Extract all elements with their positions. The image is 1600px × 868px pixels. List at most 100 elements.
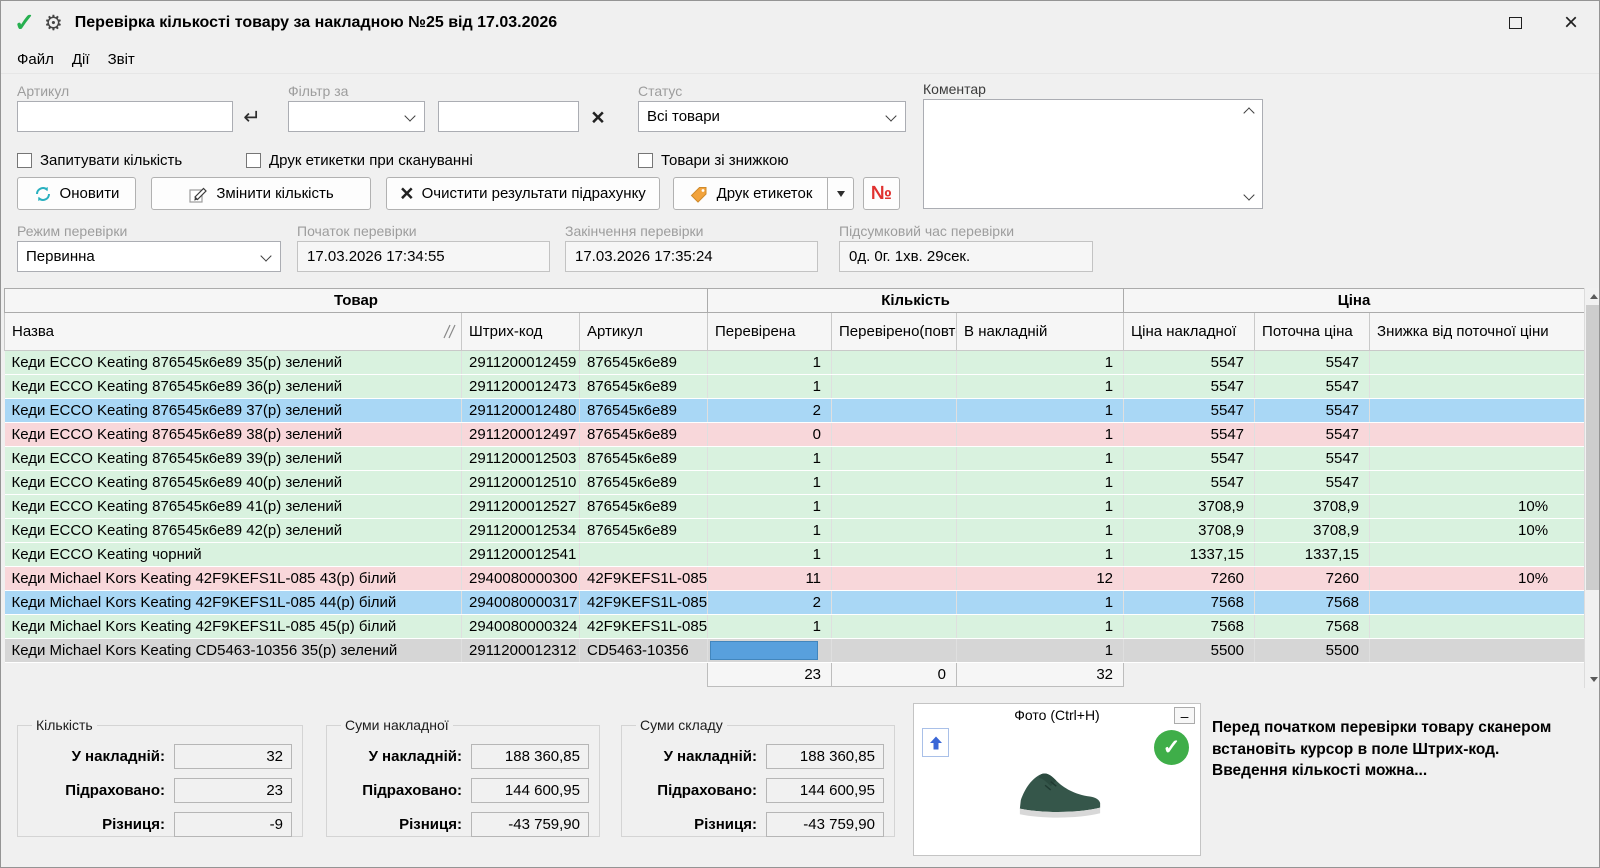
article-label: Артикул bbox=[17, 83, 69, 99]
cell-current-price: 5547 bbox=[1255, 375, 1370, 399]
column-header-checked[interactable]: Перевірена bbox=[708, 313, 832, 351]
photo-panel-title: Фото (Ctrl+H) bbox=[914, 707, 1200, 723]
group-header-price[interactable]: Ціна bbox=[1124, 289, 1585, 313]
table-row[interactable]: Кеди ECCO Keating 876545к6е89 41(р) зеле… bbox=[5, 495, 1585, 519]
print-labels-button[interactable]: Друк етикеток bbox=[673, 177, 828, 210]
checkbox-ask-quantity[interactable]: Запитувати кількість bbox=[17, 151, 182, 169]
filter-by-select[interactable] bbox=[288, 101, 425, 132]
check-mode-select[interactable]: Первинна bbox=[17, 241, 281, 272]
column-header-article[interactable]: Артикул bbox=[580, 313, 708, 351]
table-row[interactable]: Кеди ECCO Keating 876545к6е89 36(р) зеле… bbox=[5, 375, 1585, 399]
column-header-current-price[interactable]: Поточна ціна bbox=[1255, 313, 1370, 351]
column-header-name[interactable]: Назва bbox=[5, 313, 462, 351]
cell-current-price: 5547 bbox=[1255, 423, 1370, 447]
cell-current-price: 5500 bbox=[1255, 639, 1370, 663]
comment-box[interactable] bbox=[923, 99, 1263, 209]
table-vertical-scrollbar[interactable] bbox=[1584, 288, 1600, 688]
summary-label: Підраховано: bbox=[65, 782, 165, 799]
check-start-field: 17.03.2026 17:34:55 bbox=[297, 241, 550, 272]
cell-name: Кеди Michael Kors Keating CD5463-10356 3… bbox=[5, 639, 462, 663]
cell-checked: 0 bbox=[708, 423, 832, 447]
menu-file[interactable]: Файл bbox=[8, 47, 63, 72]
checkbox-box bbox=[638, 153, 653, 168]
group-header-quantity[interactable]: Кількість bbox=[708, 289, 1124, 313]
scrollbar-up-button[interactable] bbox=[1585, 288, 1600, 305]
table-row[interactable]: Кеди Michael Kors Keating 42F9KEFS1L-085… bbox=[5, 591, 1585, 615]
photo-collapse-button[interactable]: – bbox=[1174, 707, 1195, 724]
refresh-button[interactable]: Оновити bbox=[17, 177, 136, 210]
group-header-product[interactable]: Товар bbox=[5, 289, 708, 313]
table-row[interactable]: Кеди ECCO Keating 876545к6е89 38(р) зеле… bbox=[5, 423, 1585, 447]
menu-report[interactable]: Звіт bbox=[99, 47, 144, 72]
summary-value: 144 600,95 bbox=[766, 778, 884, 803]
table-row[interactable]: Кеди ECCO Keating 876545к6е89 40(р) зеле… bbox=[5, 471, 1585, 495]
numero-button[interactable]: № bbox=[863, 177, 900, 210]
check-mode-label: Режим перевірки bbox=[17, 223, 127, 239]
cell-in-invoice: 1 bbox=[957, 543, 1124, 567]
enter-article-button[interactable]: ↵ bbox=[238, 103, 266, 131]
clear-filter-button[interactable]: × bbox=[584, 103, 612, 131]
scrollbar-track[interactable] bbox=[1585, 305, 1600, 671]
table-row[interactable]: Кеди Michael Kors Keating 42F9KEFS1L-085… bbox=[5, 567, 1585, 591]
column-header-rechecked[interactable]: Перевірено(повторн bbox=[832, 313, 957, 351]
checkbox-print-label-on-scan[interactable]: Друк етикетки при скануванні bbox=[246, 151, 473, 169]
table-row[interactable]: Кеди Michael Kors Keating 42F9KEFS1L-085… bbox=[5, 615, 1585, 639]
cell-checked: 1 bbox=[708, 543, 832, 567]
cell-checked: 1 bbox=[708, 471, 832, 495]
enter-icon: ↵ bbox=[243, 105, 261, 130]
cell-barcode: 2911200012541 bbox=[462, 543, 580, 567]
cell-in-invoice: 12 bbox=[957, 567, 1124, 591]
scrollbar-down-button[interactable] bbox=[1585, 671, 1600, 688]
clear-results-button[interactable]: × Очистити результати підрахунку bbox=[386, 177, 660, 210]
cell-in-invoice: 1 bbox=[957, 351, 1124, 375]
up-arrow-icon bbox=[928, 735, 944, 751]
scrollbar-thumb[interactable] bbox=[1586, 305, 1600, 590]
table-row[interactable]: Кеди ECCO Keating чорний2911200012541111… bbox=[5, 543, 1585, 567]
status-select[interactable]: Всі товари bbox=[638, 101, 906, 132]
check-end-label: Закінчення перевірки bbox=[565, 223, 703, 239]
cell-rechecked bbox=[832, 519, 957, 543]
cell-current-price: 7568 bbox=[1255, 591, 1370, 615]
cell-checked: 1 bbox=[708, 495, 832, 519]
summary-value: -43 759,90 bbox=[766, 812, 884, 837]
sort-icon[interactable] bbox=[441, 323, 456, 344]
table-row[interactable]: Кеди Michael Kors Keating CD5463-10356 3… bbox=[5, 639, 1585, 663]
table-row[interactable]: Кеди ECCO Keating 876545к6е89 42(р) зеле… bbox=[5, 519, 1585, 543]
table-row[interactable]: Кеди ECCO Keating 876545к6е89 39(р) зеле… bbox=[5, 447, 1585, 471]
filter-value-input[interactable] bbox=[438, 101, 579, 132]
column-header-invoice-price[interactable]: Ціна накладної bbox=[1124, 313, 1255, 351]
cell-in-invoice: 1 bbox=[957, 519, 1124, 543]
cell-current-price: 5547 bbox=[1255, 471, 1370, 495]
cell-barcode: 2940080000324 bbox=[462, 615, 580, 639]
column-header-in-invoice[interactable]: В накладній bbox=[957, 313, 1124, 351]
column-header-discount[interactable]: Знижка від поточної ціни bbox=[1370, 313, 1585, 351]
comment-textarea[interactable] bbox=[924, 100, 1262, 208]
change-quantity-button[interactable]: Змінити кількість bbox=[151, 177, 371, 210]
article-input[interactable] bbox=[17, 101, 233, 132]
maximize-button[interactable] bbox=[1487, 1, 1543, 45]
table-row[interactable]: Кеди ECCO Keating 876545к6е89 35(р) зеле… bbox=[5, 351, 1585, 375]
column-header-barcode[interactable]: Штрих-код bbox=[462, 313, 580, 351]
cell-discount bbox=[1370, 447, 1585, 471]
cell-discount bbox=[1370, 615, 1585, 639]
table-row[interactable]: Кеди ECCO Keating 876545к6е89 37(р) зеле… bbox=[5, 399, 1585, 423]
cell-name: Кеди ECCO Keating чорний bbox=[5, 543, 462, 567]
cell-discount bbox=[1370, 639, 1585, 663]
cell-invoice-price: 5547 bbox=[1124, 351, 1255, 375]
cell-in-invoice: 1 bbox=[957, 423, 1124, 447]
summary-row: Підраховано: 23 bbox=[26, 778, 292, 803]
cell-invoice-price: 5547 bbox=[1124, 471, 1255, 495]
cell-invoice-price: 7568 bbox=[1124, 591, 1255, 615]
cell-discount bbox=[1370, 423, 1585, 447]
cell-name: Кеди ECCO Keating 876545к6е89 38(р) зеле… bbox=[5, 423, 462, 447]
menu-actions[interactable]: Дії bbox=[63, 47, 99, 72]
products-table-wrap: Товар Кількість Ціна Назва Штрих-код Арт… bbox=[4, 288, 1584, 687]
cell-in-invoice: 1 bbox=[957, 639, 1124, 663]
photo-upload-button[interactable] bbox=[922, 728, 949, 757]
close-button[interactable]: × bbox=[1543, 1, 1599, 45]
print-labels-dropdown-button[interactable] bbox=[827, 177, 854, 210]
settings-gear-icon[interactable]: ⚙ bbox=[44, 13, 63, 34]
checkbox-discounted-goods[interactable]: Товари зі знижкою bbox=[638, 151, 789, 169]
cell-rechecked bbox=[832, 495, 957, 519]
summary-quantity-panel: Кількість У накладній: 32 Підраховано: 2… bbox=[17, 717, 303, 837]
